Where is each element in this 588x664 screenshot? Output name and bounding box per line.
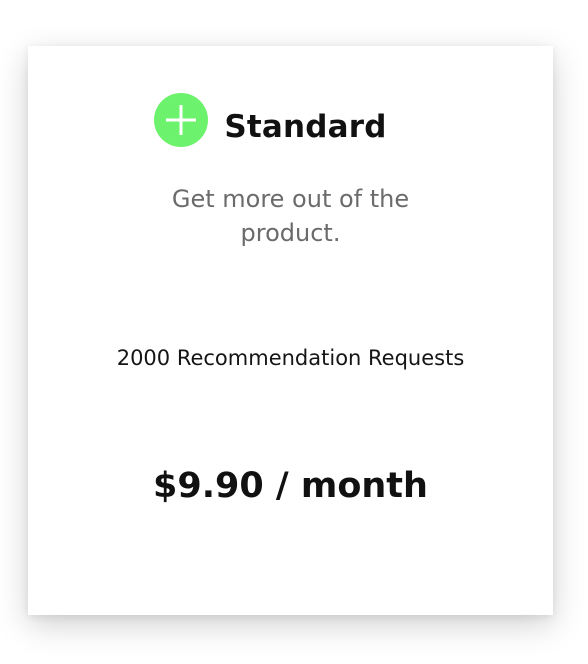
plan-title: Standard: [224, 109, 387, 145]
plan-price: $9.90 / month: [153, 466, 428, 506]
plan-header: Standard: [28, 93, 553, 147]
pricing-card-standard[interactable]: Standard Get more out of the product. 20…: [28, 46, 553, 615]
plan-tagline: Get more out of the product.: [171, 185, 410, 247]
plus-circle-icon: [154, 93, 209, 147]
plan-feature: 2000 Recommendation Requests: [116, 346, 465, 370]
